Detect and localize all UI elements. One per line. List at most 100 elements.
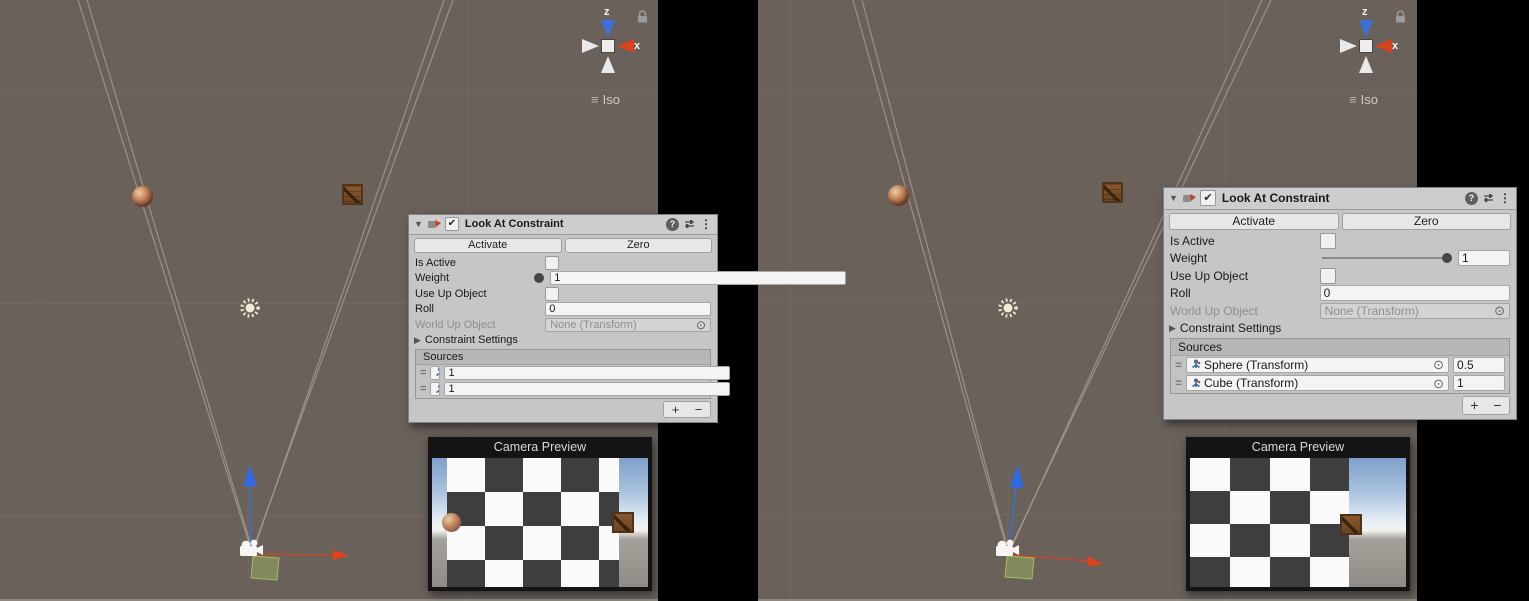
activate-button[interactable]: Activate xyxy=(1169,213,1339,231)
projection-toggle[interactable]: ≡ Iso xyxy=(591,92,620,107)
roll-value-field[interactable] xyxy=(1320,285,1510,301)
source-object-field[interactable]: Cube (Transform) ⊙ xyxy=(430,382,440,396)
constraint-settings-foldout[interactable]: ▶ Constraint Settings xyxy=(409,333,717,349)
camera-preview-window: Camera Preview xyxy=(428,437,652,591)
preset-icon[interactable] xyxy=(1482,192,1495,204)
remove-source-button[interactable]: − xyxy=(687,402,710,418)
slider-knob[interactable] xyxy=(1442,253,1452,263)
is-active-checkbox[interactable] xyxy=(545,256,559,270)
drag-handle-icon[interactable]: = xyxy=(420,367,426,379)
projection-label: Iso xyxy=(603,92,620,107)
sources-header-label: Sources xyxy=(1178,340,1222,354)
unity-editor-comparison: z x ≡ Iso xyxy=(0,0,1529,601)
source-row: = Cube (Transform) ⊙ xyxy=(1171,374,1509,393)
roll-value-field[interactable] xyxy=(545,302,711,316)
kebab-menu-icon[interactable]: ⋮ xyxy=(1499,191,1511,205)
directional-light-icon xyxy=(242,300,258,316)
gizmo-center-cube[interactable] xyxy=(1359,39,1373,53)
add-remove-source-buttons: + − xyxy=(663,401,711,419)
source-object-field[interactable]: Cube (Transform) ⊙ xyxy=(1186,375,1449,391)
object-reference-value: None (Transform) xyxy=(1325,304,1419,318)
remove-source-button[interactable]: − xyxy=(1486,397,1509,415)
source-object-field[interactable]: Sphere (Transform) ⊙ xyxy=(1186,357,1449,373)
source-object-name: Sphere (Transform) xyxy=(1204,358,1308,372)
look-at-constraint-icon xyxy=(427,218,441,230)
gizmo-x-axis-cone[interactable] xyxy=(1375,39,1392,53)
lock-icon[interactable] xyxy=(1395,10,1406,23)
activate-button[interactable]: Activate xyxy=(414,238,562,254)
use-up-object-checkbox[interactable] xyxy=(1320,268,1336,284)
gizmo-left-axis-cone[interactable] xyxy=(582,39,599,53)
is-active-checkbox[interactable] xyxy=(1320,233,1336,249)
move-gizmo-z-axis xyxy=(244,465,257,550)
is-active-label: Is Active xyxy=(415,257,545,269)
object-picker-icon[interactable]: ⊙ xyxy=(1433,358,1444,371)
gizmo-center-cube[interactable] xyxy=(601,39,615,53)
object-picker-icon[interactable]: ⊙ xyxy=(696,319,706,331)
component-enabled-checkbox[interactable]: ✔ xyxy=(1200,190,1216,206)
world-up-object-field[interactable]: None (Transform) ⊙ xyxy=(545,318,711,332)
camera-preview-content xyxy=(1190,458,1406,587)
gizmo-z-label: z xyxy=(1362,6,1368,18)
sources-list: Sources = Sphere (Transform) ⊙ = xyxy=(1170,338,1510,394)
weight-label: Weight xyxy=(415,272,545,284)
zero-button[interactable]: Zero xyxy=(1342,213,1512,231)
source-weight-field[interactable] xyxy=(444,366,730,380)
add-source-button[interactable]: + xyxy=(664,402,687,418)
object-picker-icon[interactable]: ⊙ xyxy=(1494,304,1505,317)
weight-value-field[interactable] xyxy=(1458,250,1510,266)
gizmo-bottom-axis-cone[interactable] xyxy=(1359,56,1373,73)
gizmo-left-axis-cone[interactable] xyxy=(1340,39,1357,53)
use-up-object-checkbox[interactable] xyxy=(545,287,559,301)
projection-toggle[interactable]: ≡ Iso xyxy=(1349,92,1378,107)
projection-label: Iso xyxy=(1361,92,1378,107)
camera-preview-window: Camera Preview xyxy=(1186,437,1410,591)
source-weight-field[interactable] xyxy=(444,382,730,396)
object-reference-value: None (Transform) xyxy=(550,319,636,331)
help-icon[interactable]: ? xyxy=(1465,192,1478,205)
foldout-open-icon[interactable]: ▼ xyxy=(414,220,423,229)
scene-sphere-object[interactable] xyxy=(132,186,153,207)
gizmo-z-axis-cone[interactable] xyxy=(601,20,615,37)
gizmo-x-axis-cone[interactable] xyxy=(617,39,634,53)
use-up-object-label: Use Up Object xyxy=(415,288,545,300)
sources-list: Sources = Sphere (Transform) ⊙ = xyxy=(415,349,711,399)
scene-cube-object[interactable] xyxy=(342,184,363,205)
camera-gizmo-icon xyxy=(996,540,1019,556)
is-active-label: Is Active xyxy=(1170,234,1320,248)
constraint-settings-foldout[interactable]: ▶ Constraint Settings xyxy=(1164,320,1516,338)
constraint-settings-label: Constraint Settings xyxy=(1180,321,1281,335)
object-picker-icon[interactable]: ⊙ xyxy=(1433,377,1444,390)
source-weight-field-focused[interactable] xyxy=(1453,357,1505,373)
world-up-object-field[interactable]: None (Transform) ⊙ xyxy=(1320,303,1510,319)
preset-icon[interactable] xyxy=(683,218,696,230)
kebab-menu-icon[interactable]: ⋮ xyxy=(700,217,712,231)
zero-button[interactable]: Zero xyxy=(565,238,713,254)
gizmo-bottom-axis-cone[interactable] xyxy=(601,56,615,73)
drag-handle-icon[interactable]: = xyxy=(1175,358,1182,372)
scene-sphere-object[interactable] xyxy=(888,185,909,206)
foldout-closed-icon: ▶ xyxy=(1169,324,1176,333)
camera-preview-content xyxy=(432,458,648,587)
orientation-gizmo: z x ≡ Iso xyxy=(575,4,655,114)
weight-value-field[interactable] xyxy=(550,271,846,285)
source-object-field[interactable]: Sphere (Transform) ⊙ xyxy=(430,366,440,380)
source-weight-field[interactable] xyxy=(1453,375,1505,391)
drag-handle-icon[interactable]: = xyxy=(420,383,426,395)
component-title: Look At Constraint xyxy=(465,218,564,230)
foldout-open-icon[interactable]: ▼ xyxy=(1169,194,1178,203)
sources-header-label: Sources xyxy=(423,351,463,363)
transform-icon xyxy=(1191,378,1201,389)
move-gizmo-plane-handle xyxy=(251,556,279,580)
lock-icon[interactable] xyxy=(637,10,648,23)
gizmo-x-label: x xyxy=(1392,40,1398,52)
preview-cube xyxy=(1340,514,1362,535)
add-source-button[interactable]: + xyxy=(1463,397,1486,415)
gizmo-z-axis-cone[interactable] xyxy=(1359,20,1373,37)
help-icon[interactable]: ? xyxy=(666,218,679,231)
drag-handle-icon[interactable]: = xyxy=(1175,376,1182,390)
weight-slider[interactable] xyxy=(1320,250,1453,268)
scene-cube-object[interactable] xyxy=(1102,182,1123,203)
transform-icon xyxy=(435,367,440,378)
component-enabled-checkbox[interactable]: ✔ xyxy=(445,217,459,231)
